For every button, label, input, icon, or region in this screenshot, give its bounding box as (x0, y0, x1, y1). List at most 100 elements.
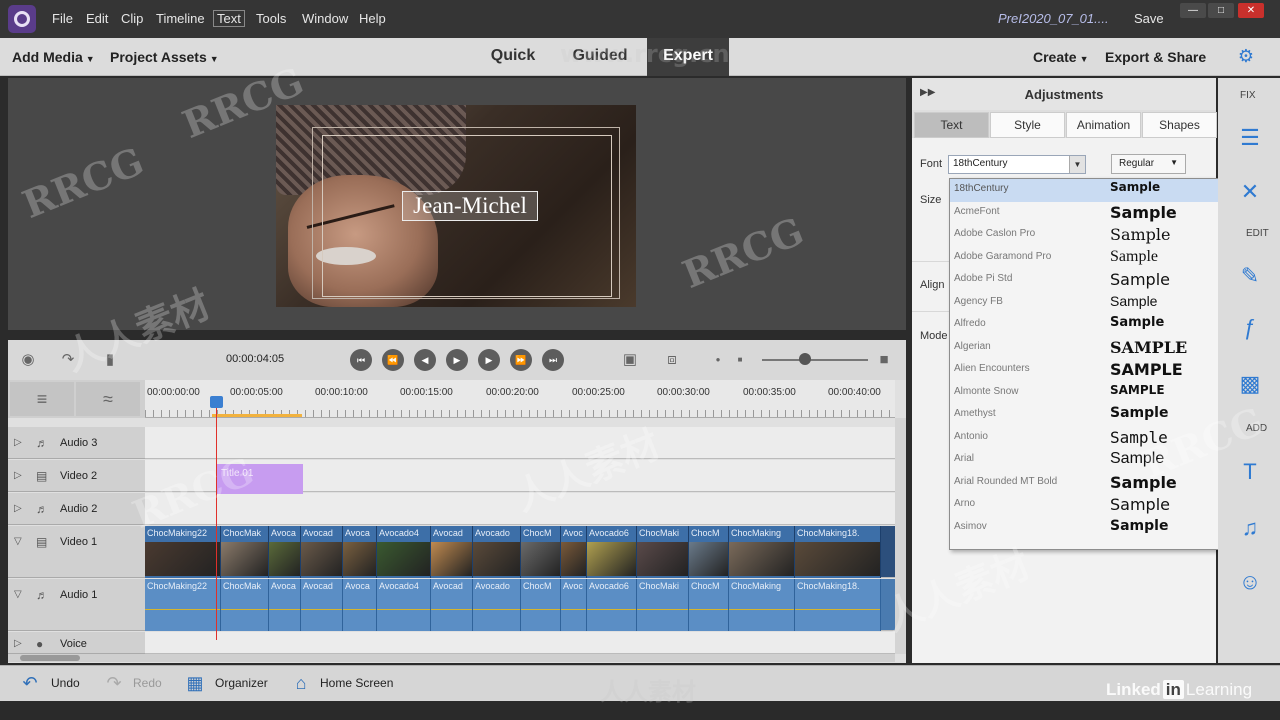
audio-mixer-icon[interactable]: ≈ (76, 382, 140, 416)
adjustments-sliders-icon[interactable]: ☰ (1236, 124, 1264, 152)
mode-expert[interactable]: Expert (647, 38, 729, 76)
export-share-menu[interactable]: Export & Share (1105, 49, 1206, 65)
audio-clip[interactable]: ChocM (689, 579, 729, 631)
mode-guided[interactable]: Guided (562, 38, 638, 76)
video-clip[interactable]: Avocado (473, 526, 521, 578)
chevron-down-icon[interactable]: ▼ (1069, 156, 1085, 173)
audio-clip[interactable]: Avoca (269, 579, 301, 631)
audio-clip[interactable]: ChocMaking22 (145, 579, 221, 631)
track-voice[interactable] (145, 632, 895, 654)
menu-edit[interactable]: Edit (86, 11, 108, 26)
font-list-item[interactable]: Alfredo Sample (950, 314, 1230, 337)
rewind-icon[interactable]: ◀ (414, 349, 436, 371)
graphics-smiley-icon[interactable]: ☺ (1236, 568, 1264, 596)
audio-clip[interactable]: Avocad (301, 579, 343, 631)
audio-clip[interactable]: ChocMaking (729, 579, 795, 631)
font-list-item[interactable]: Adobe Caslon Pro Sample (950, 224, 1230, 247)
track-header-video-2[interactable]: ▷ ▤ Video 2 (8, 460, 145, 492)
font-list-item[interactable]: Arial Rounded MT Bold Sample (950, 472, 1230, 495)
audio-clip[interactable]: ChocMaki (637, 579, 689, 631)
title-clip[interactable]: Title 01 (217, 464, 303, 494)
font-style-select[interactable]: Regular ▼ (1111, 154, 1186, 174)
track-audio-1[interactable]: ChocMaking22 ChocMak Avoca Avocad Avoca Avoca… (145, 579, 895, 631)
current-timecode[interactable]: 00:00:04:05 (226, 353, 284, 365)
track-audio-2[interactable] (145, 493, 895, 525)
video-clip[interactable]: ChocM (689, 526, 729, 578)
close-icon[interactable]: ✕ (1238, 3, 1264, 18)
speaker-icon[interactable]: ♬ (36, 502, 48, 516)
film-icon[interactable]: ▤ (36, 535, 47, 549)
video-clip[interactable]: Avocad (301, 526, 343, 578)
video-clip[interactable]: ChocMaki (637, 526, 689, 578)
video-clip[interactable]: Avocad (431, 526, 473, 578)
font-list-item[interactable]: Adobe Pi Std Sample (950, 269, 1230, 292)
fullscreen-icon[interactable]: ⧈ (662, 351, 682, 369)
video-clip[interactable]: ChocMaking18. (795, 526, 881, 578)
undo-button[interactable]: Undo (51, 676, 80, 690)
project-assets-menu[interactable]: Project Assets ▼ (110, 49, 219, 65)
tools-icon[interactable]: ✕ (1236, 178, 1264, 206)
redo-button[interactable]: Redo (133, 676, 162, 690)
video-clip[interactable]: ChocMaking (729, 526, 795, 578)
video-clip[interactable]: ChocMaking22 (145, 526, 221, 578)
font-list-item[interactable]: 18thCentury Sample (950, 179, 1230, 202)
trash-icon[interactable]: ▮ (100, 351, 120, 369)
track-video-1[interactable]: ChocMaking22 ChocMak Avoca Avocad Avoca Avoca… (145, 526, 895, 578)
organizer-button[interactable]: Organizer (215, 676, 268, 690)
render-icon[interactable]: ▣ (620, 351, 640, 369)
font-list-item[interactable]: Arial Sample (950, 449, 1230, 472)
home-icon[interactable]: ⌂ (289, 672, 313, 694)
video-preview[interactable]: Jean-Michel (276, 105, 636, 307)
video-clip[interactable]: Avocado4 (377, 526, 431, 578)
track-header-audio-3[interactable]: ▷ ♬ Audio 3 (8, 427, 145, 459)
zoom-out-icon[interactable]: ● (708, 351, 728, 369)
redo-icon[interactable]: ↷ (102, 672, 126, 694)
camera-icon[interactable]: ◉ (18, 351, 38, 369)
font-select[interactable]: 18thCentury ▼ (948, 155, 1086, 174)
audio-clip[interactable]: Avocad (431, 579, 473, 631)
work-area-bar[interactable] (212, 414, 302, 417)
transitions-icon[interactable]: ✎ (1236, 262, 1264, 290)
menu-help[interactable]: Help (359, 11, 386, 26)
video-clip[interactable]: Avoc (561, 526, 587, 578)
expand-icon[interactable]: ▷ (14, 437, 22, 448)
add-media-menu[interactable]: Add Media ▼ (12, 49, 95, 65)
video-clip[interactable]: ChocMak (221, 526, 269, 578)
video-clip[interactable]: ChocM (521, 526, 561, 578)
forward-icon[interactable]: ▶ (478, 349, 500, 371)
font-list-item[interactable]: Amethyst Sample (950, 404, 1230, 427)
font-list-item[interactable]: Almonte Snow SAMPLE (950, 382, 1230, 405)
menu-text[interactable]: Text (213, 10, 245, 27)
font-dropdown-list[interactable]: 18thCentury Sample AcmeFont Sample Adobe Cas… (949, 178, 1241, 550)
font-list-item[interactable]: Adobe Garamond Pro Sample (950, 247, 1230, 270)
audio-clip[interactable]: ChocMak (221, 579, 269, 631)
font-list-item[interactable]: Arno Sample (950, 494, 1230, 517)
track-header-video-1[interactable]: ▽ ▤ Video 1 (8, 526, 145, 578)
tab-animation[interactable]: Animation (1066, 112, 1141, 138)
speaker-icon[interactable]: ♬ (36, 436, 48, 450)
go-to-start-icon[interactable]: ⏮ (350, 349, 372, 371)
video-clip[interactable]: Avocado6 (587, 526, 637, 578)
organizer-icon[interactable]: ▦ (183, 672, 207, 694)
titles-icon[interactable]: T (1236, 458, 1264, 486)
tab-style[interactable]: Style (990, 112, 1065, 138)
audio-clip[interactable]: Avocado (473, 579, 521, 631)
mode-quick[interactable]: Quick (478, 38, 548, 76)
timeline-vertical-scrollbar[interactable] (895, 418, 906, 654)
speaker-icon[interactable]: ♬ (36, 588, 48, 602)
tab-text[interactable]: Text (914, 112, 989, 138)
minimize-icon[interactable]: — (1180, 3, 1206, 18)
rotate-icon[interactable]: ↷ (58, 351, 78, 369)
collapse-icon[interactable]: ▽ (14, 589, 22, 600)
menu-clip[interactable]: Clip (121, 11, 143, 26)
go-to-end-icon[interactable]: ⏭ (542, 349, 564, 371)
track-header-audio-2[interactable]: ▷ ♬ Audio 2 (8, 493, 145, 525)
font-list-item[interactable]: Asimov Sample (950, 517, 1230, 540)
font-list-item[interactable]: Alien Encounters SAMPLE (950, 359, 1230, 382)
save-button[interactable]: Save (1134, 11, 1164, 26)
audio-clip[interactable]: Avocado6 (587, 579, 637, 631)
expand-icon[interactable]: ▷ (14, 503, 22, 514)
maximize-icon[interactable]: □ (1208, 3, 1234, 18)
font-list-item[interactable]: Algerian SAMPLE (950, 337, 1230, 360)
timeline-zoom-knob[interactable] (799, 353, 811, 365)
